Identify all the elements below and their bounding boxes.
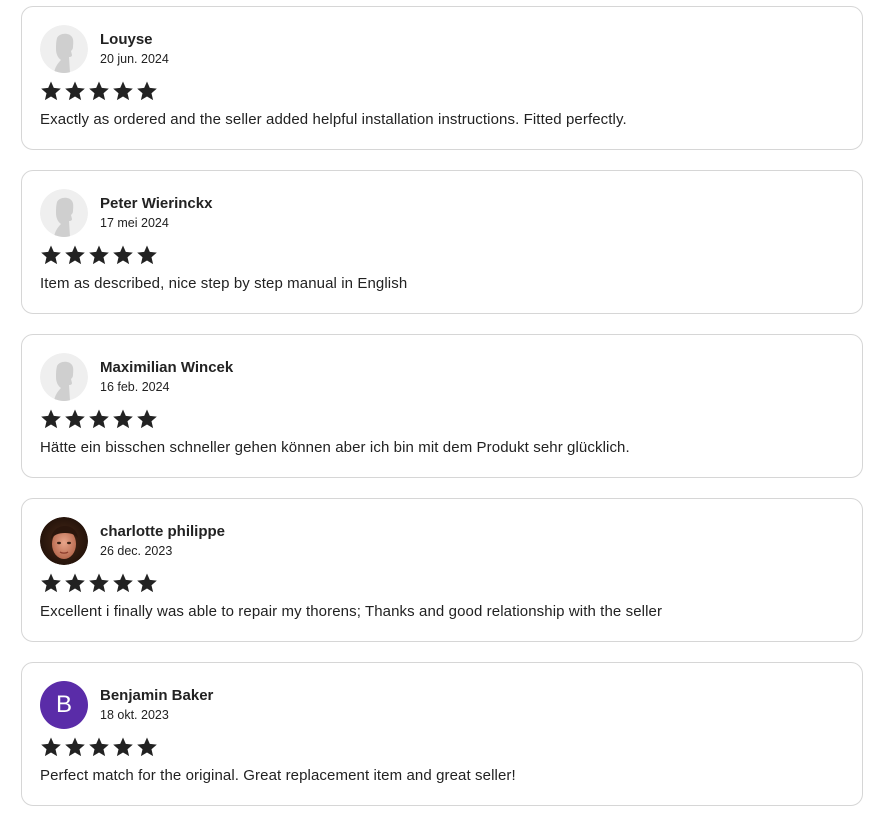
- reviewer-name[interactable]: Maximilian Wincek: [100, 359, 233, 376]
- reviewer-name[interactable]: Louyse: [100, 31, 153, 48]
- star-rating: [40, 408, 158, 430]
- avatar-placeholder-icon[interactable]: [40, 353, 88, 401]
- star-rating: [40, 736, 158, 758]
- star-icon: [41, 245, 61, 265]
- reviewer-name[interactable]: Benjamin Baker: [100, 687, 213, 704]
- review-card: B Benjamin Baker 18 okt. 2023 Perfect ma…: [21, 662, 863, 806]
- star-icon: [113, 737, 133, 757]
- reviews-list: Louyse 20 jun. 2024 Exactly as ordered a…: [0, 0, 882, 820]
- avatar-letter: B: [55, 691, 72, 718]
- review-date: 17 mei 2024: [100, 216, 169, 230]
- avatar-placeholder-icon[interactable]: [40, 25, 88, 73]
- star-icon: [65, 573, 85, 593]
- review-card: Peter Wierinckx 17 mei 2024 Item as desc…: [21, 170, 863, 314]
- reviewer-name[interactable]: Peter Wierinckx: [100, 195, 212, 212]
- star-icon: [65, 409, 85, 429]
- star-icon: [137, 573, 157, 593]
- review-text: Exactly as ordered and the seller added …: [40, 111, 627, 128]
- star-icon: [41, 81, 61, 101]
- star-icon: [65, 245, 85, 265]
- star-icon: [41, 409, 61, 429]
- star-icon: [89, 573, 109, 593]
- star-icon: [89, 245, 109, 265]
- review-text: Item as described, nice step by step man…: [40, 275, 408, 292]
- star-icon: [65, 81, 85, 101]
- star-icon: [41, 573, 61, 593]
- star-icon: [113, 573, 133, 593]
- avatar-initial[interactable]: B: [40, 681, 88, 729]
- reviewer-name[interactable]: charlotte philippe: [100, 523, 225, 540]
- star-icon: [89, 737, 109, 757]
- review-date: 18 okt. 2023: [100, 708, 169, 722]
- star-icon: [65, 737, 85, 757]
- star-icon: [89, 409, 109, 429]
- star-icon: [137, 245, 157, 265]
- star-icon: [137, 409, 157, 429]
- star-icon: [113, 409, 133, 429]
- review-card: Maximilian Wincek 16 feb. 2024 Hätte ein…: [21, 334, 863, 478]
- star-icon: [137, 81, 157, 101]
- avatar-placeholder-icon[interactable]: [40, 189, 88, 237]
- review-text: Hätte ein bisschen schneller gehen könne…: [40, 439, 630, 456]
- star-rating: [40, 572, 158, 594]
- avatar-photo[interactable]: [40, 517, 88, 565]
- review-date: 16 feb. 2024: [100, 380, 170, 394]
- star-icon: [137, 737, 157, 757]
- review-text: Perfect match for the original. Great re…: [40, 767, 516, 784]
- star-rating: [40, 244, 158, 266]
- star-icon: [41, 737, 61, 757]
- star-icon: [113, 81, 133, 101]
- star-rating: [40, 80, 158, 102]
- star-icon: [89, 81, 109, 101]
- review-date: 26 dec. 2023: [100, 544, 173, 558]
- review-card: charlotte philippe 26 dec. 2023 Excellen…: [21, 498, 863, 642]
- star-icon: [113, 245, 133, 265]
- review-card: Louyse 20 jun. 2024 Exactly as ordered a…: [21, 6, 863, 150]
- review-date: 20 jun. 2024: [100, 52, 169, 66]
- review-text: Excellent i finally was able to repair m…: [40, 603, 663, 620]
